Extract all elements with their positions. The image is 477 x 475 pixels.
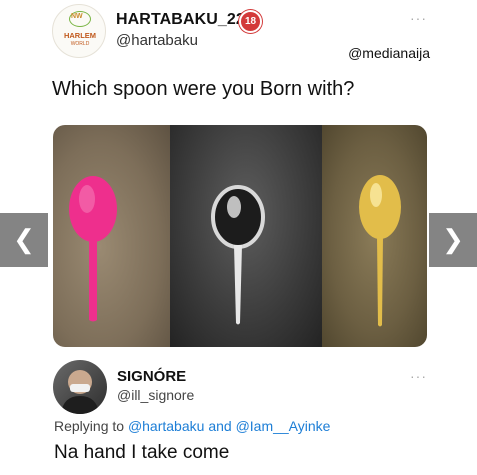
- reply-author-handle[interactable]: @ill_signore: [117, 387, 194, 403]
- mention-and: and: [208, 418, 232, 434]
- author-handle[interactable]: @hartabaku: [116, 32, 198, 49]
- avatar-brand-line1: HARLEM: [63, 31, 97, 40]
- tweet-text: Which spoon were you Born with?: [52, 78, 355, 100]
- carousel-next-button[interactable]: ❯: [429, 213, 477, 267]
- author-avatar[interactable]: NW HARLEM WORLD: [52, 4, 106, 58]
- reply-author-name[interactable]: SIGNÓRE: [117, 368, 186, 385]
- image-panel-silver: [170, 125, 322, 347]
- reply-more-options-icon[interactable]: ···: [410, 368, 427, 384]
- image-panel-pink: [53, 125, 170, 347]
- tweet-image[interactable]: [53, 125, 427, 347]
- reply-text: Na hand I take come: [54, 442, 230, 463]
- silver-spoon-icon: [211, 185, 265, 325]
- image-panel-gold: [322, 125, 427, 347]
- avatar-logo-text: NW: [71, 13, 83, 20]
- more-options-icon[interactable]: ···: [410, 10, 427, 26]
- gold-spoon-icon: [359, 175, 401, 327]
- replying-prefix: Replying to: [54, 418, 125, 434]
- person-avatar-icon: [61, 370, 99, 414]
- reply-author-avatar[interactable]: [53, 360, 107, 414]
- watermark: @medianaija: [348, 45, 430, 61]
- author-name[interactable]: HARTABAKU_225: [116, 11, 254, 29]
- mention-link-ayinke[interactable]: @Iam__Ayinke: [236, 418, 331, 434]
- pink-spoon-icon: [69, 176, 117, 322]
- avatar-brand-line2: WORLD: [70, 41, 90, 47]
- replying-to-line: Replying to @hartabaku and @Iam__Ayinke: [54, 418, 330, 434]
- age-badge: 18: [239, 10, 262, 33]
- carousel-prev-button[interactable]: ❮: [0, 213, 48, 267]
- mention-link-hartabaku[interactable]: @hartabaku: [128, 418, 204, 434]
